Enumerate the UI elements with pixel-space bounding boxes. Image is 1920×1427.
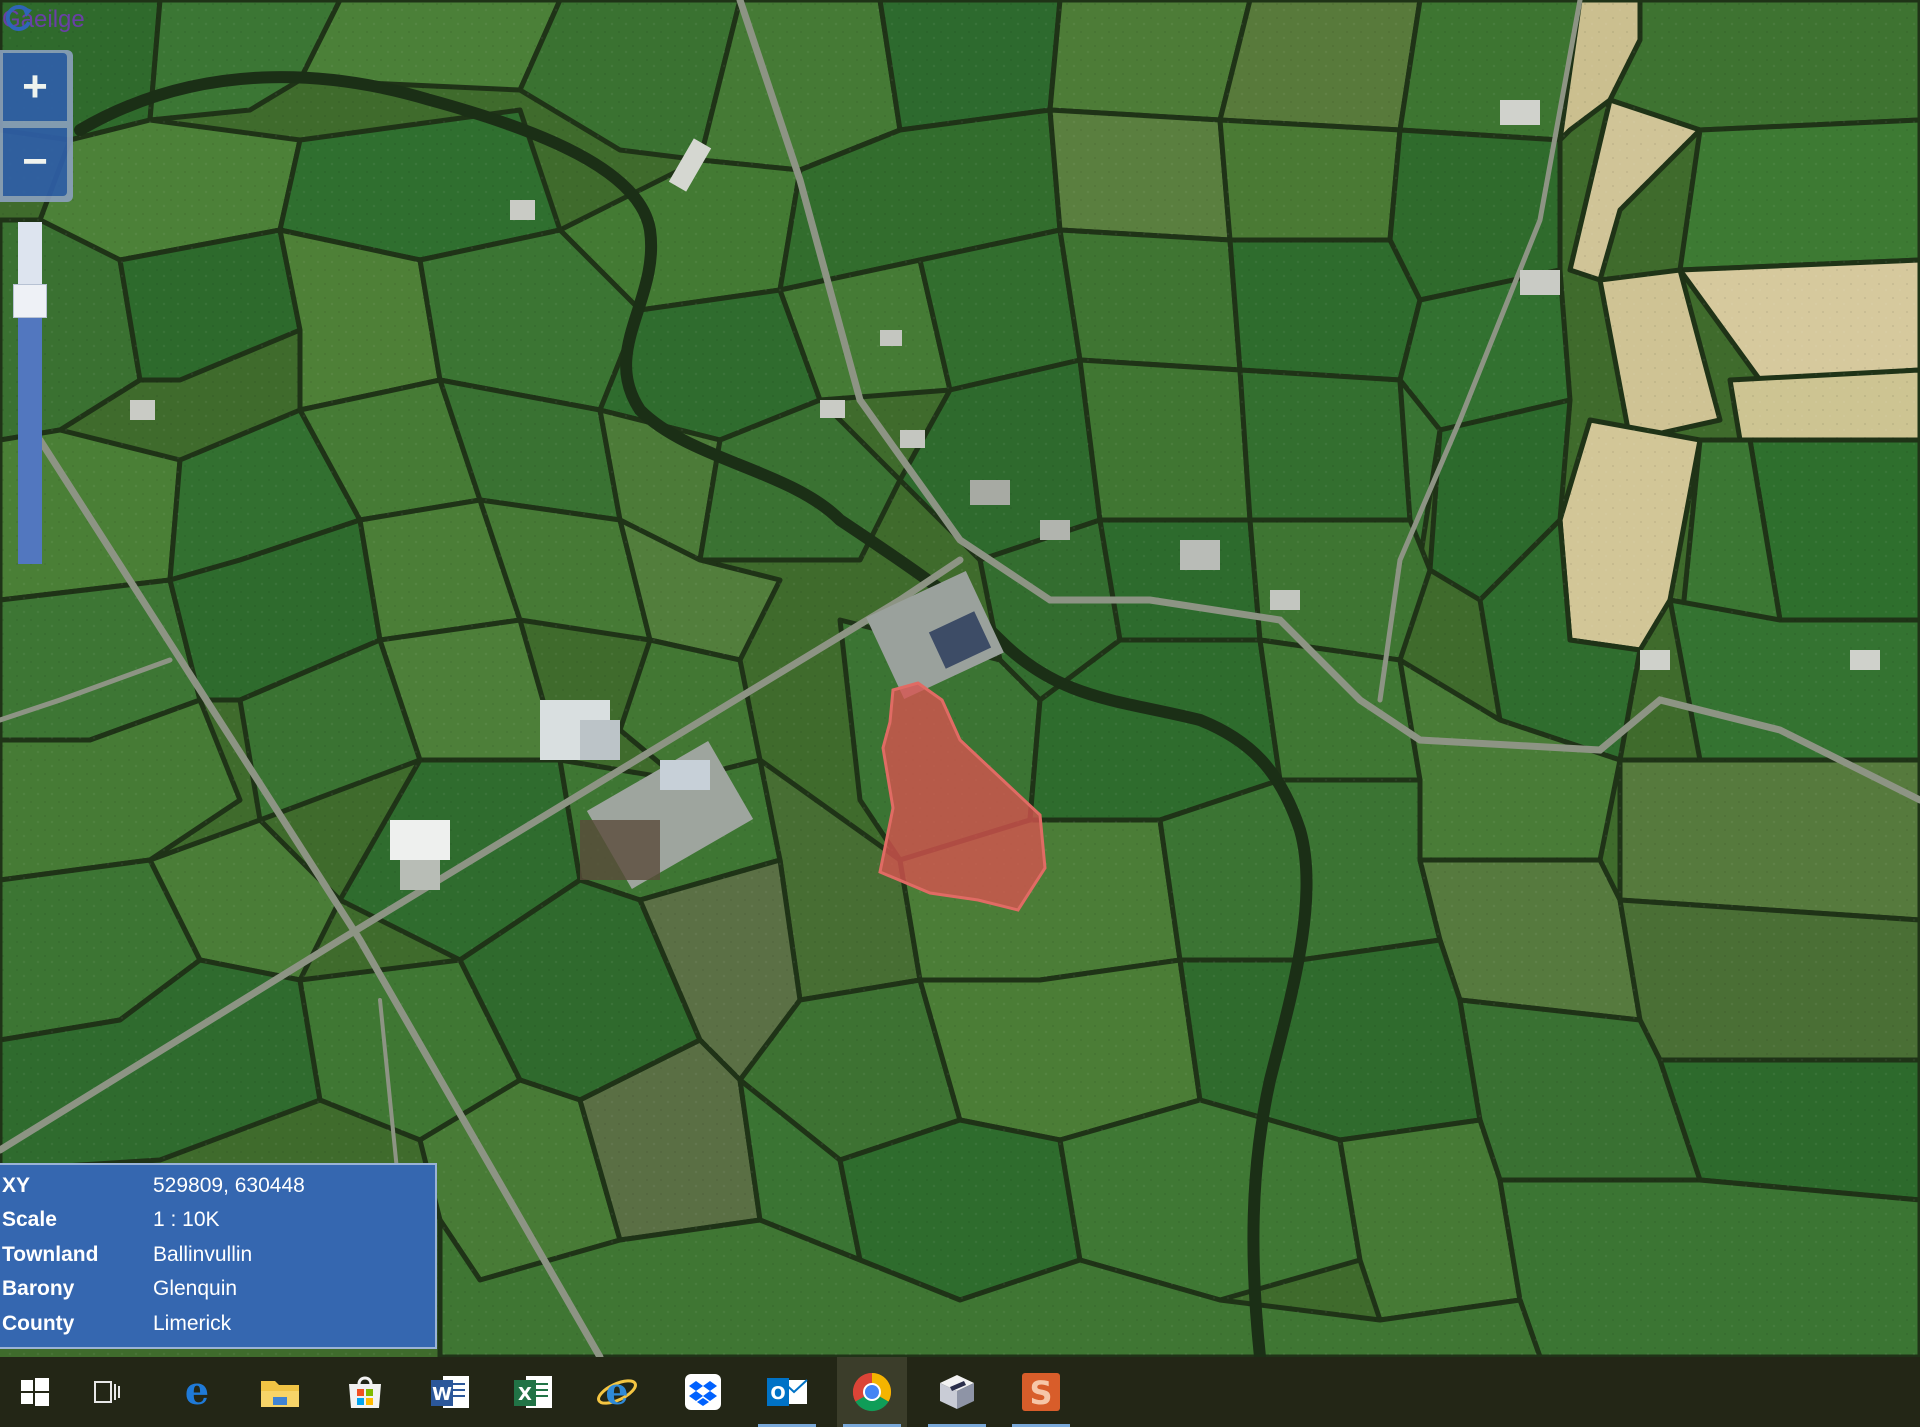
aerial-map[interactable]: Gaeilge + − XY 529809, 630448 Scale 1 : … bbox=[0, 0, 1920, 1357]
word-icon: W bbox=[431, 1376, 469, 1408]
snagit-icon: S bbox=[1022, 1373, 1060, 1412]
svg-text:W: W bbox=[432, 1384, 452, 1405]
info-row-scale: Scale 1 : 10K bbox=[0, 1208, 430, 1238]
dropbox-icon bbox=[685, 1374, 721, 1410]
info-label: County bbox=[2, 1312, 75, 1335]
info-row-xy: XY 529809, 630448 bbox=[0, 1174, 430, 1204]
store-icon bbox=[349, 1376, 381, 1408]
edge-icon: e bbox=[185, 1372, 209, 1412]
word-button[interactable]: W bbox=[415, 1357, 485, 1427]
info-label: Townland bbox=[2, 1243, 99, 1266]
outlook-icon: O bbox=[767, 1378, 808, 1406]
internet-explorer-icon: e bbox=[597, 1372, 637, 1412]
zoom-out-button[interactable]: − bbox=[3, 128, 67, 196]
info-value: Ballinvullin bbox=[153, 1243, 253, 1266]
box-app-button[interactable] bbox=[922, 1357, 992, 1427]
file-explorer-button[interactable] bbox=[245, 1357, 315, 1427]
excel-button[interactable]: X bbox=[498, 1357, 568, 1427]
info-label: Scale bbox=[2, 1208, 57, 1231]
info-label: XY bbox=[2, 1174, 31, 1197]
svg-text:S: S bbox=[1029, 1374, 1052, 1412]
info-value: 529809, 630448 bbox=[153, 1174, 305, 1197]
dropbox-button[interactable] bbox=[668, 1357, 738, 1427]
outlook-button[interactable]: O bbox=[752, 1357, 822, 1427]
task-view-icon bbox=[94, 1381, 120, 1403]
excel-icon: X bbox=[514, 1376, 552, 1408]
info-row-county: County Limerick bbox=[0, 1312, 430, 1342]
svg-text:O: O bbox=[770, 1383, 785, 1404]
start-button[interactable] bbox=[0, 1357, 70, 1427]
task-view-button[interactable] bbox=[72, 1357, 142, 1427]
info-row-barony: Barony Glenquin bbox=[0, 1277, 430, 1307]
snagit-button[interactable]: S bbox=[1006, 1357, 1076, 1427]
zoom-level-fill bbox=[18, 301, 42, 564]
info-value: Limerick bbox=[153, 1312, 232, 1335]
svg-text:e: e bbox=[606, 1372, 629, 1412]
edge-button[interactable]: e bbox=[162, 1357, 232, 1427]
info-value: 1 : 10K bbox=[153, 1208, 220, 1231]
svg-text:e: e bbox=[185, 1372, 209, 1412]
windows-start-icon bbox=[21, 1378, 49, 1406]
taskbar: e W X e O S bbox=[0, 1357, 1920, 1427]
location-info-panel: XY 529809, 630448 Scale 1 : 10K Townland… bbox=[0, 1163, 437, 1349]
chrome-icon bbox=[852, 1373, 892, 1412]
info-label: Barony bbox=[2, 1277, 75, 1300]
aerial-imagery bbox=[0, 0, 1920, 1357]
zoom-in-button[interactable]: + bbox=[3, 53, 67, 121]
info-value: Glenquin bbox=[153, 1277, 238, 1300]
box-app-icon bbox=[940, 1375, 974, 1409]
store-button[interactable] bbox=[330, 1357, 400, 1427]
file-explorer-icon bbox=[261, 1381, 299, 1407]
refresh-icon[interactable] bbox=[0, 0, 36, 36]
internet-explorer-button[interactable]: e bbox=[582, 1357, 652, 1427]
zoom-slider[interactable] bbox=[13, 222, 47, 564]
zoom-slider-handle[interactable] bbox=[13, 284, 47, 318]
chrome-button[interactable] bbox=[837, 1357, 907, 1427]
zoom-control: + − bbox=[0, 50, 73, 202]
info-row-townland: Townland Ballinvullin bbox=[0, 1243, 430, 1273]
svg-text:X: X bbox=[518, 1384, 532, 1405]
